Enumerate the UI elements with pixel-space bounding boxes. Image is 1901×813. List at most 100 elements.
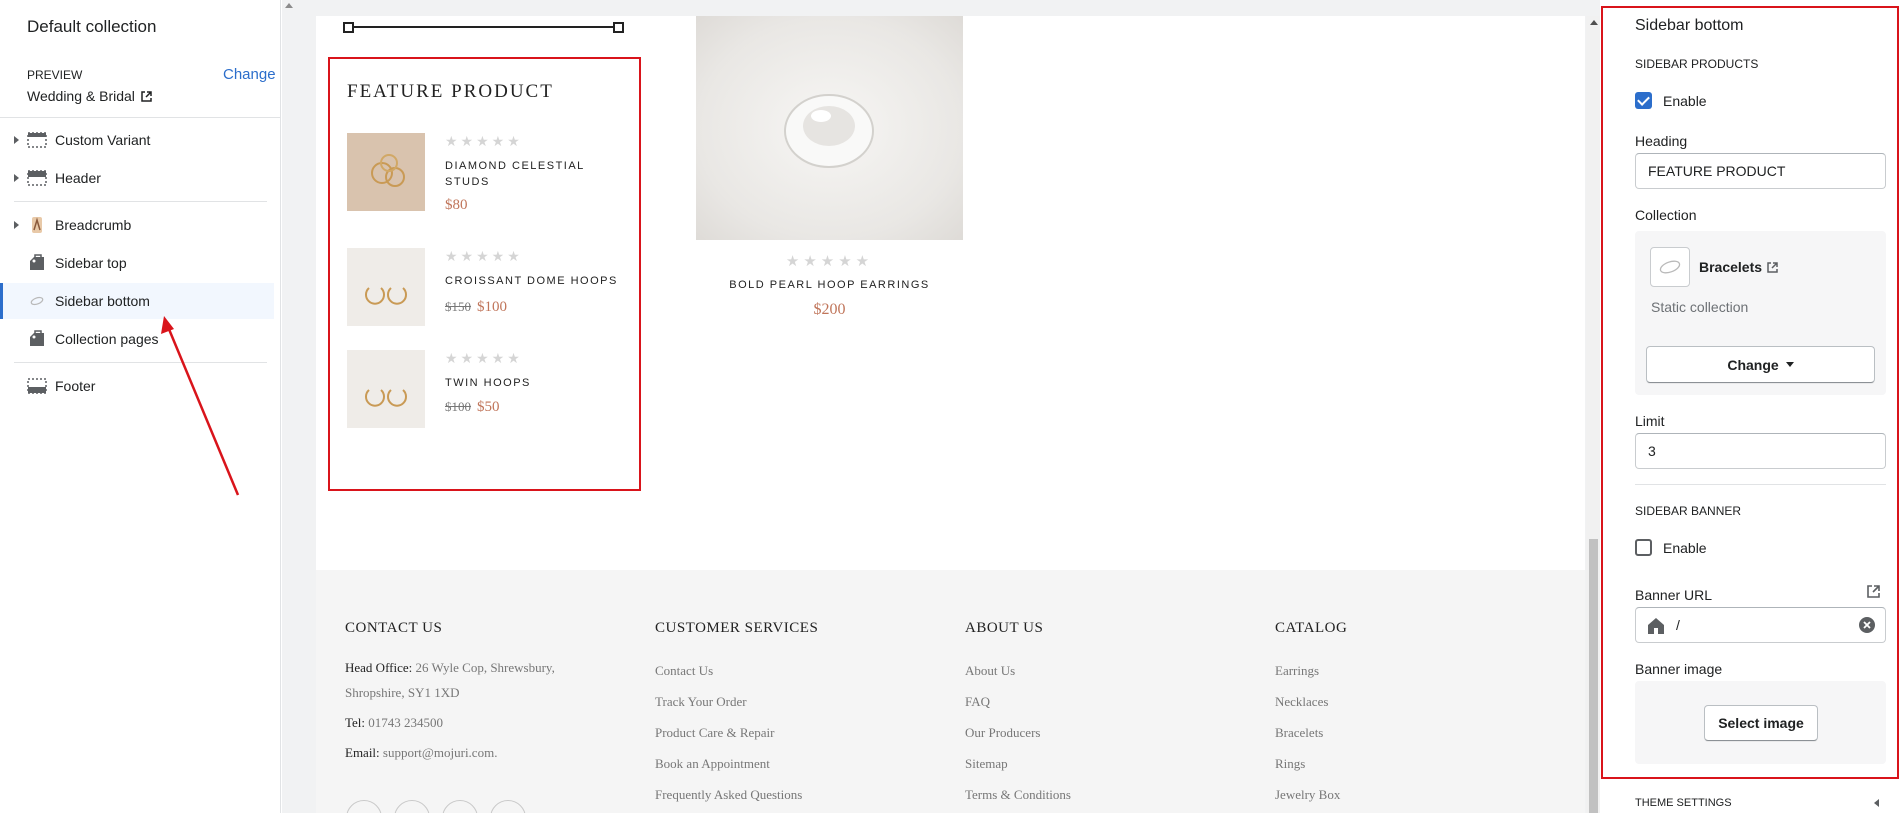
- sale-price: $100: [477, 299, 507, 315]
- caret-right-icon[interactable]: [14, 174, 19, 182]
- banner-url-input[interactable]: /: [1635, 607, 1886, 643]
- heading-input[interactable]: FEATURE PRODUCT: [1635, 153, 1886, 189]
- sidebar-item-sidebar-top[interactable]: Sidebar top: [0, 245, 274, 281]
- select-image-button[interactable]: Select image: [1704, 705, 1818, 741]
- external-link-icon[interactable]: [1866, 584, 1881, 599]
- banner-image-label: Banner image: [1635, 661, 1723, 677]
- preview-canvas: FEATURE PRODUCT ★★★★★ DIAMOND CELESTIAL …: [316, 16, 1585, 813]
- sidebar-item-header[interactable]: Header: [0, 160, 274, 196]
- product-thumbnail[interactable]: [347, 350, 425, 428]
- footer-link[interactable]: Bracelets: [1275, 717, 1347, 748]
- footer-heading: CONTACT US: [345, 620, 443, 636]
- sidebar-item-label: Header: [55, 170, 101, 186]
- header-icon: [27, 169, 47, 187]
- footer-link[interactable]: Rings: [1275, 748, 1347, 779]
- footer-link[interactable]: Book an Appointment: [655, 748, 818, 779]
- bracelet-thumb-icon: [27, 292, 47, 310]
- annotation-arrow: [161, 316, 240, 496]
- preview-scrollbar[interactable]: [1586, 16, 1600, 813]
- product-thumbnail[interactable]: [347, 133, 425, 211]
- scrollbar-thumb[interactable]: [1589, 539, 1598, 813]
- collection-thumbnail: [1650, 247, 1690, 287]
- product-name[interactable]: BOLD PEARL HOOP EARRINGS: [696, 279, 963, 291]
- scroll-up-icon[interactable]: [1590, 20, 1598, 25]
- feature-product-block[interactable]: FEATURE PRODUCT ★★★★★ DIAMOND CELESTIAL …: [328, 57, 641, 491]
- footer-about-column: ABOUT US About Us FAQ Our Producers Site…: [965, 620, 1071, 810]
- email-value[interactable]: support@mojuri.com.: [383, 745, 498, 760]
- sidebar-item-custom-variant[interactable]: Custom Variant: [0, 122, 274, 158]
- footer-link[interactable]: Sitemap: [965, 748, 1071, 779]
- caret-right-icon[interactable]: [14, 136, 19, 144]
- youtube-icon[interactable]: [490, 800, 526, 813]
- clear-icon[interactable]: [1858, 616, 1876, 634]
- image-icon: [27, 216, 47, 234]
- price-range-handle-max[interactable]: [613, 22, 624, 33]
- divider: [14, 201, 267, 202]
- preview-change-link[interactable]: Change: [223, 66, 276, 83]
- limit-input[interactable]: 3: [1635, 433, 1886, 469]
- limit-label: Limit: [1635, 413, 1665, 429]
- change-collection-button[interactable]: Change: [1646, 346, 1875, 383]
- tel-line: Tel: 01743 234500: [345, 710, 605, 735]
- footer-icon: [27, 377, 47, 395]
- feature-product-item[interactable]: ★★★★★ DIAMOND CELESTIAL STUDS $80: [347, 133, 627, 223]
- products-enable-checkbox[interactable]: [1635, 92, 1652, 109]
- product-image[interactable]: [696, 16, 963, 240]
- footer-link[interactable]: Earrings: [1275, 655, 1347, 686]
- footer-link[interactable]: Track Your Order: [655, 686, 818, 717]
- price-range-track[interactable]: [347, 26, 619, 28]
- rating-stars: ★★★★★: [785, 253, 874, 270]
- scroll-up-icon[interactable]: [285, 3, 293, 8]
- rating-stars: ★★★★★: [445, 133, 523, 149]
- preview-value[interactable]: Wedding & Bridal: [27, 88, 152, 104]
- product-name[interactable]: DIAMOND CELESTIAL STUDS: [445, 158, 625, 190]
- email-label: Email:: [345, 745, 380, 760]
- footer-link[interactable]: Jewelry Box: [1275, 779, 1347, 810]
- external-link-icon[interactable]: [1767, 261, 1778, 273]
- home-icon: [1648, 618, 1664, 634]
- feature-product-item[interactable]: ★★★★★ TWIN HOOPS $100 $50: [347, 350, 627, 428]
- caret-left-icon[interactable]: [1874, 799, 1879, 807]
- products-enable-label[interactable]: Enable: [1663, 93, 1707, 109]
- footer-link[interactable]: Terms & Conditions: [965, 779, 1071, 810]
- footer-link[interactable]: About Us: [965, 655, 1071, 686]
- sale-price: $50: [477, 399, 500, 415]
- footer-link[interactable]: Product Care & Repair: [655, 717, 818, 748]
- product-name[interactable]: CROISSANT DOME HOOPS: [445, 273, 625, 289]
- theme-settings-heading[interactable]: THEME SETTINGS: [1635, 797, 1732, 809]
- banner-url-value: /: [1676, 617, 1680, 633]
- sidebar-products-heading: SIDEBAR PRODUCTS: [1635, 57, 1759, 71]
- product-name[interactable]: TWIN HOOPS: [445, 375, 625, 391]
- instagram-icon[interactable]: [442, 800, 478, 813]
- footer-link[interactable]: FAQ: [965, 686, 1071, 717]
- banner-enable-label[interactable]: Enable: [1663, 540, 1707, 556]
- product-price: $200: [813, 301, 846, 318]
- divider: [0, 117, 281, 118]
- store-preview: FEATURE PRODUCT ★★★★★ DIAMOND CELESTIAL …: [282, 0, 1600, 813]
- head-office-line: Head Office: 26 Wyle Cop, Shrewsbury, Sh…: [345, 655, 605, 705]
- section-settings-panel: Sidebar bottom SIDEBAR PRODUCTS Enable H…: [1600, 0, 1901, 813]
- sidebar-item-label: Footer: [55, 378, 96, 394]
- bracelet-thumb-icon: [1659, 260, 1681, 274]
- sidebar-item-label: Breadcrumb: [55, 217, 132, 233]
- footer-link[interactable]: Necklaces: [1275, 686, 1347, 717]
- facebook-icon[interactable]: [346, 800, 382, 813]
- site-footer: CONTACT US Head Office: 26 Wyle Cop, Shr…: [316, 570, 1585, 813]
- head-office-label: Head Office:: [345, 660, 413, 675]
- product-thumbnail[interactable]: [347, 248, 425, 326]
- product-price: $100 $50: [445, 399, 500, 416]
- tel-value[interactable]: 01743 234500: [368, 715, 443, 730]
- footer-link[interactable]: Our Producers: [965, 717, 1071, 748]
- twitter-icon[interactable]: [394, 800, 430, 813]
- product-price: $150 $100: [445, 299, 507, 316]
- footer-link[interactable]: Contact Us: [655, 655, 818, 686]
- caret-right-icon[interactable]: [14, 221, 19, 229]
- sidebar-item-breadcrumb[interactable]: Breadcrumb: [0, 207, 274, 243]
- price-range-handle-min[interactable]: [343, 22, 354, 33]
- divider: [1635, 484, 1886, 485]
- footer-link[interactable]: Frequently Asked Questions: [655, 779, 818, 810]
- banner-enable-checkbox[interactable]: [1635, 539, 1652, 556]
- collection-name[interactable]: Bracelets: [1699, 259, 1778, 275]
- feature-product-item[interactable]: ★★★★★ CROISSANT DOME HOOPS $150 $100: [347, 248, 627, 326]
- external-link-icon: [141, 90, 152, 102]
